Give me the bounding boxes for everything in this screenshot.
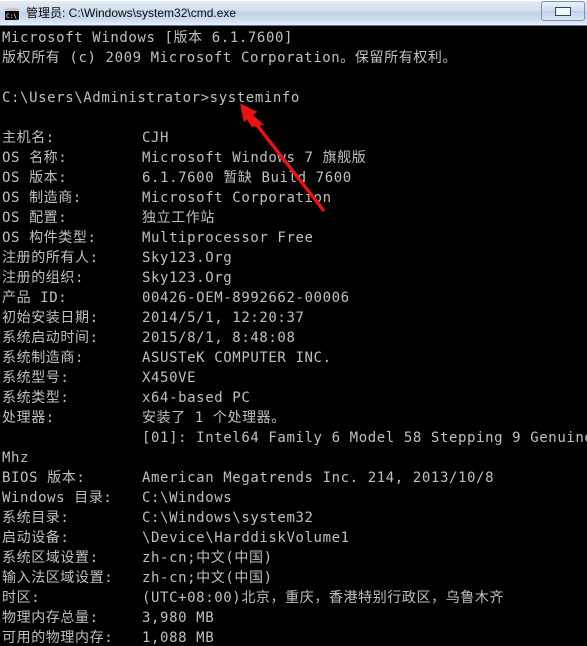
systeminfo-label: 系统目录:	[2, 510, 70, 526]
systeminfo-label: OS 配置:	[2, 210, 68, 226]
systeminfo-label: OS 制造商:	[2, 190, 82, 206]
systeminfo-value: 1,088 MB	[142, 630, 215, 646]
systeminfo-label: 系统类型:	[2, 390, 70, 406]
systeminfo-value: Microsoft Windows 7 旗舰版	[142, 150, 367, 166]
systeminfo-value: 00426-OEM-8992662-00006	[142, 290, 350, 306]
systeminfo-value: American Megatrends Inc. 214, 2013/10/8	[142, 470, 495, 486]
typed-command: systeminfo	[209, 90, 300, 106]
systeminfo-label: OS 版本:	[2, 170, 68, 186]
console-banner-line: 版权所有 (c) 2009 Microsoft Corporation。保留所有…	[2, 50, 458, 66]
console-banner-line: Microsoft Windows [版本 6.1.7600]	[2, 30, 294, 46]
systeminfo-row: 注册的组织: Sky123.Org	[2, 268, 587, 288]
systeminfo-row: 系统目录: C:\Windows\system32	[2, 508, 587, 528]
systeminfo-row: 系统型号: X450VE	[2, 368, 587, 388]
systeminfo-label: 系统启动时间:	[2, 330, 99, 346]
systeminfo-value: zh-cn;中文(中国)	[142, 550, 273, 566]
systeminfo-value: 安装了 1 个处理器。	[142, 410, 286, 426]
systeminfo-value: C:\Windows	[142, 490, 233, 506]
systeminfo-row: 系统制造商: ASUSTeK COMPUTER INC.	[2, 348, 587, 368]
systeminfo-value: [01]: Intel64 Family 6 Model 58 Stepping…	[142, 430, 587, 446]
systeminfo-value: Microsoft Corporation	[142, 190, 332, 206]
systeminfo-value: Sky123.Org	[142, 270, 233, 286]
systeminfo-row: 处理器: 安装了 1 个处理器。	[2, 408, 587, 428]
systeminfo-label: 处理器:	[2, 410, 55, 426]
svg-text:C:\_: C:\_	[6, 13, 20, 20]
systeminfo-row: 可用的物理内存: 1,088 MB	[2, 628, 587, 646]
systeminfo-label: 注册的组织:	[2, 270, 85, 286]
systeminfo-row: Windows 目录: C:\Windows	[2, 488, 587, 508]
window-title: 管理员: C:\Windows\system32\cmd.exe	[26, 6, 237, 20]
systeminfo-label: 注册的所有人:	[2, 250, 99, 266]
systeminfo-row: OS 制造商: Microsoft Corporation	[2, 188, 587, 208]
systeminfo-value: CJH	[142, 130, 170, 146]
systeminfo-label: BIOS 版本:	[2, 470, 86, 486]
systeminfo-label: 初始安装日期:	[2, 310, 99, 326]
systeminfo-row: 系统启动时间: 2015/8/1, 8:48:08	[2, 328, 587, 348]
systeminfo-label: OS 名称:	[2, 150, 68, 166]
systeminfo-row: 系统类型: x64-based PC	[2, 388, 587, 408]
systeminfo-value: x64-based PC	[142, 390, 251, 406]
restore-down-icon	[555, 6, 571, 16]
console-output-area[interactable]: Microsoft Windows [版本 6.1.7600] 版权所有 (c) …	[0, 26, 587, 646]
systeminfo-row: OS 配置: 独立工作站	[2, 208, 587, 228]
systeminfo-row: 产品 ID: 00426-OEM-8992662-00006	[2, 288, 587, 308]
console-text: Microsoft Windows [版本 6.1.7600] 版权所有 (c) …	[2, 28, 587, 646]
systeminfo-value: Sky123.Org	[142, 250, 233, 266]
systeminfo-row: 注册的所有人: Sky123.Org	[2, 248, 587, 268]
prompt-text: C:\Users\Administrator>	[2, 90, 210, 106]
systeminfo-label: OS 构件类型:	[2, 230, 97, 246]
systeminfo-value: 3,980 MB	[142, 610, 215, 626]
console-prompt-line: C:\Users\Administrator>systeminfo	[2, 88, 587, 108]
systeminfo-row: [01]: Intel64 Family 6 Model 58 Stepping…	[2, 428, 587, 448]
systeminfo-label: Windows 目录:	[2, 490, 113, 506]
systeminfo-row: OS 构件类型: Multiprocessor Free	[2, 228, 587, 248]
cmd-icon[interactable]: C:\_	[4, 6, 21, 21]
systeminfo-row: OS 名称: Microsoft Windows 7 旗舰版	[2, 148, 587, 168]
systeminfo-value: X450VE	[142, 370, 197, 386]
systeminfo-row: 初始安装日期: 2014/5/1, 12:20:37	[2, 308, 587, 328]
systeminfo-row: 时区: (UTC+08:00)北京，重庆，香港特别行政区，乌鲁木齐	[2, 588, 587, 608]
title-bar[interactable]: C:\_ 管理员: C:\Windows\system32\cmd.exe	[0, 0, 587, 26]
systeminfo-value: zh-cn;中文(中国)	[142, 570, 273, 586]
cmd-window: C:\_ 管理员: C:\Windows\system32\cmd.exe Mi…	[0, 0, 587, 646]
window-controls	[541, 1, 585, 21]
systeminfo-value: Multiprocessor Free	[142, 230, 314, 246]
systeminfo-value: ASUSTeK COMPUTER INC.	[142, 350, 332, 366]
systeminfo-row: 系统区域设置: zh-cn;中文(中国)	[2, 548, 587, 568]
systeminfo-row: BIOS 版本: American Megatrends Inc. 214, 20…	[2, 468, 587, 488]
systeminfo-label: 系统型号:	[2, 370, 70, 386]
systeminfo-row: Mhz	[2, 450, 30, 466]
systeminfo-label: 物理内存总量:	[2, 610, 99, 626]
restore-down-button[interactable]	[541, 1, 585, 21]
systeminfo-label: 可用的物理内存:	[2, 630, 114, 646]
systeminfo-value: 6.1.7600 暂缺 Build 7600	[142, 170, 352, 186]
systeminfo-label: 系统制造商:	[2, 350, 85, 366]
systeminfo-value: 独立工作站	[142, 210, 215, 226]
systeminfo-value: C:\Windows\system32	[142, 510, 314, 526]
systeminfo-row: OS 版本: 6.1.7600 暂缺 Build 7600	[2, 168, 587, 188]
systeminfo-value: 2015/8/1, 8:48:08	[142, 330, 296, 346]
systeminfo-row: 启动设备: \Device\HarddiskVolume1	[2, 528, 587, 548]
systeminfo-row: 输入法区域设置: zh-cn;中文(中国)	[2, 568, 587, 588]
systeminfo-label: 主机名:	[2, 130, 55, 146]
systeminfo-label: 产品 ID:	[2, 290, 68, 306]
systeminfo-label: 时区:	[2, 590, 41, 606]
systeminfo-value: 2014/5/1, 12:20:37	[142, 310, 305, 326]
systeminfo-value: \Device\HarddiskVolume1	[142, 530, 350, 546]
systeminfo-label: 输入法区域设置:	[2, 570, 114, 586]
systeminfo-label: 启动设备:	[2, 530, 70, 546]
systeminfo-row: 主机名: CJH	[2, 128, 587, 148]
systeminfo-value: (UTC+08:00)北京，重庆，香港特别行政区，乌鲁木齐	[142, 590, 505, 606]
systeminfo-row: 物理内存总量: 3,980 MB	[2, 608, 587, 628]
systeminfo-label: 系统区域设置:	[2, 550, 99, 566]
